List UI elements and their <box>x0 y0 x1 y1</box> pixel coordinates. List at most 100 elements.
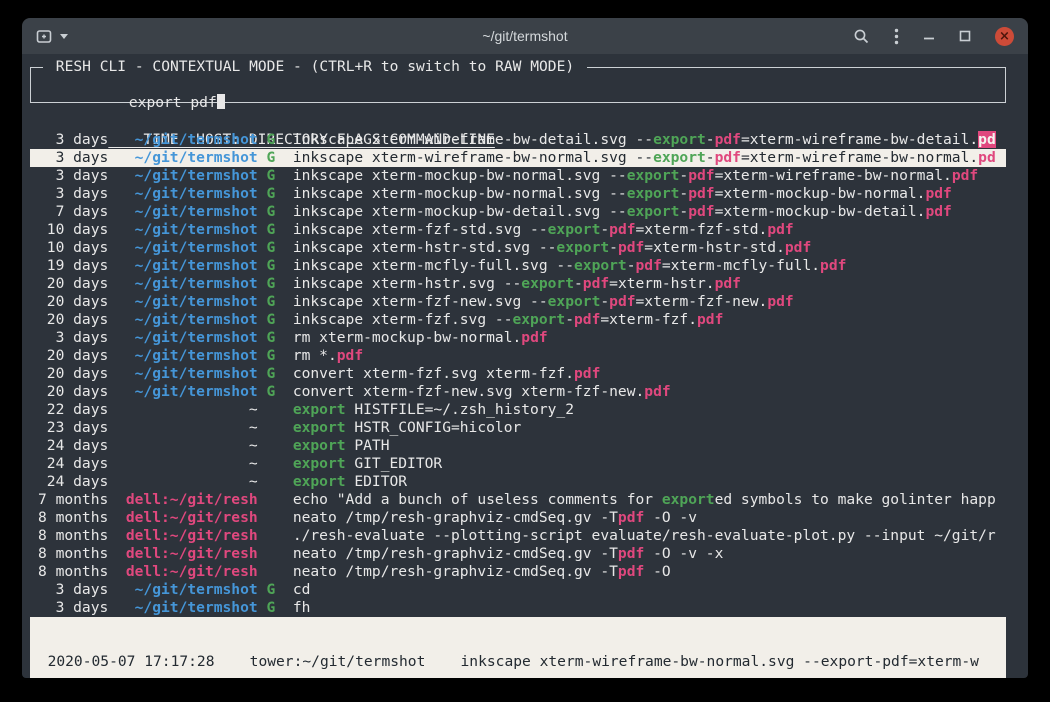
command-segment: neato /tmp/resh-graphviz-cmdSeq.gv -T <box>293 509 618 526</box>
detail-line-1: 2020-05-07 17:17:28 tower:~/git/termshot… <box>30 653 1006 671</box>
profile-dropdown-button[interactable] <box>60 34 68 39</box>
history-row[interactable]: 8 months dell:~/git/resh ./resh-evaluate… <box>30 527 1006 545</box>
command-segment: export <box>653 131 706 148</box>
host-directory: dell:~/git/resh <box>117 527 258 544</box>
history-row[interactable]: 3 days ~/git/termshot G inkscape xterm-m… <box>30 185 1006 203</box>
command-segment: pdf <box>583 275 609 292</box>
command-segment: export <box>293 437 346 454</box>
history-row[interactable]: 10 days ~/git/termshot G inkscape xterm-… <box>30 221 1006 239</box>
command-segment: export <box>627 203 680 220</box>
host-directory: dell:~/git/resh <box>117 491 258 508</box>
command-segment: -O -v -x <box>644 545 723 562</box>
flags: G <box>258 275 293 292</box>
flags: G <box>258 581 293 598</box>
history-row[interactable]: 20 days ~/git/termshot G inkscape xterm-… <box>30 293 1006 311</box>
command-segment: =xterm-wireframe-bw-normal. <box>741 149 978 166</box>
host-directory: ~/git/termshot <box>117 347 258 364</box>
history-row[interactable]: 3 days ~/git/termshot G cd <box>30 581 1006 599</box>
flags: G <box>258 167 293 184</box>
command-segment: pdf <box>574 365 600 382</box>
host-directory: ~/git/termshot <box>117 167 258 184</box>
flags <box>258 437 293 454</box>
history-row[interactable]: 7 days ~/git/termshot G inkscape xterm-m… <box>30 203 1006 221</box>
history-row[interactable]: 3 days ~/git/termshot G inkscape xterm-w… <box>30 131 1006 149</box>
history-row[interactable]: 24 days ~ export EDITOR <box>30 473 1006 491</box>
history-row[interactable]: 20 days ~/git/termshot G convert xterm-f… <box>30 383 1006 401</box>
command-segment: PATH <box>346 437 390 454</box>
history-row[interactable]: 22 days ~ export HISTFILE=~/.zsh_history… <box>30 401 1006 419</box>
flags: G <box>258 203 293 220</box>
flags: G <box>258 239 293 256</box>
titlebar[interactable]: ~/git/termshot <box>22 18 1028 54</box>
terminal-window: ~/git/termshot <box>22 18 1028 678</box>
command-segment: - <box>600 293 609 310</box>
host-directory: dell:~/git/resh <box>117 545 258 562</box>
command-segment: HSTR_CONFIG=hicolor <box>346 419 522 436</box>
history-row[interactable]: 7 months dell:~/git/resh echo "Add a bun… <box>30 491 1006 509</box>
host-directory: ~/git/termshot <box>117 293 258 310</box>
restore-button[interactable] <box>959 30 971 42</box>
history-row[interactable]: 8 months dell:~/git/resh neato /tmp/resh… <box>30 509 1006 527</box>
command-segment: inkscape xterm-wireframe-bw-detail.svg -… <box>293 131 653 148</box>
command-segment: export <box>574 257 627 274</box>
history-row[interactable]: 20 days ~/git/termshot G rm *.pdf <box>30 347 1006 365</box>
history-row[interactable]: 8 months dell:~/git/resh neato /tmp/resh… <box>30 563 1006 581</box>
command-segment: pdf <box>767 221 793 238</box>
history-row[interactable]: 3 days ~/git/termshot G fh <box>30 599 1006 617</box>
history-row[interactable]: 19 days ~/git/termshot G inkscape xterm-… <box>30 257 1006 275</box>
history-row[interactable]: 20 days ~/git/termshot G inkscape xterm-… <box>30 275 1006 293</box>
history-row[interactable]: 3 days ~/git/termshot G rm xterm-mockup-… <box>30 329 1006 347</box>
command-segment: export <box>521 275 574 292</box>
host-directory: ~/git/termshot <box>117 365 258 382</box>
new-terminal-icon <box>36 29 53 44</box>
command-segment: - <box>679 203 688 220</box>
selected-detail-bar: 2020-05-07 17:17:28 tower:~/git/termshot… <box>30 617 1006 678</box>
search-input[interactable]: export pdf <box>129 94 217 111</box>
minimize-button[interactable] <box>923 30 935 42</box>
flags <box>258 545 293 562</box>
search-input-line[interactable]: export pdf <box>31 68 1005 130</box>
command-segment: export <box>662 491 715 508</box>
history-row[interactable]: 20 days ~/git/termshot G convert xterm-f… <box>30 365 1006 383</box>
command-segment: ./resh-evaluate --plotting-script evalua… <box>293 527 996 544</box>
command-segment: pdf <box>715 149 741 166</box>
command-segment: pdf <box>715 275 741 292</box>
command-segment: cd <box>293 581 311 598</box>
host-directory: ~ <box>117 455 258 472</box>
command-segment: - <box>600 221 609 238</box>
flags <box>258 455 293 472</box>
command-segment: =xterm-fzf. <box>600 311 697 328</box>
flags: G <box>258 185 293 202</box>
history-row[interactable]: 3 days ~/git/termshot G inkscape xterm-m… <box>30 167 1006 185</box>
command-segment: pdf <box>609 293 635 310</box>
search-box-title: RESH CLI - CONTEXTUAL MODE - (CTRL+R to … <box>43 58 587 76</box>
command-segment: pd <box>978 131 996 148</box>
command-segment: pdf <box>767 293 793 310</box>
search-box[interactable]: RESH CLI - CONTEXTUAL MODE - (CTRL+R to … <box>30 67 1006 103</box>
new-terminal-button[interactable] <box>36 29 53 44</box>
close-icon: × <box>999 27 1010 46</box>
flags: G <box>258 599 293 616</box>
flags <box>258 491 293 508</box>
history-row[interactable]: 24 days ~ export GIT_EDITOR <box>30 455 1006 473</box>
menu-button[interactable] <box>894 28 899 45</box>
history-row[interactable]: 24 days ~ export PATH <box>30 437 1006 455</box>
history-row[interactable]: 23 days ~ export HSTR_CONFIG=hicolor <box>30 419 1006 437</box>
flags: G <box>258 347 293 364</box>
command-segment: - <box>574 275 583 292</box>
history-row[interactable]: 10 days ~/git/termshot G inkscape xterm-… <box>30 239 1006 257</box>
command-segment: HISTFILE=~/.zsh_history_2 <box>346 401 574 418</box>
command-segment: pdf <box>925 203 951 220</box>
command-segment: export <box>653 149 706 166</box>
flags: G <box>258 257 293 274</box>
command-segment: pdf <box>952 167 978 184</box>
host-directory: ~/git/termshot <box>117 383 258 400</box>
history-row[interactable]: 20 days ~/git/termshot G inkscape xterm-… <box>30 311 1006 329</box>
history-row[interactable]: 8 months dell:~/git/resh neato /tmp/resh… <box>30 545 1006 563</box>
history-row-selected[interactable]: 3 days ~/git/termshot G inkscape xterm-w… <box>30 149 1006 167</box>
search-button[interactable] <box>853 28 870 45</box>
close-button[interactable]: × <box>995 27 1014 46</box>
command-segment: export <box>556 239 609 256</box>
command-segment: pdf <box>925 185 951 202</box>
text-cursor <box>217 94 225 109</box>
